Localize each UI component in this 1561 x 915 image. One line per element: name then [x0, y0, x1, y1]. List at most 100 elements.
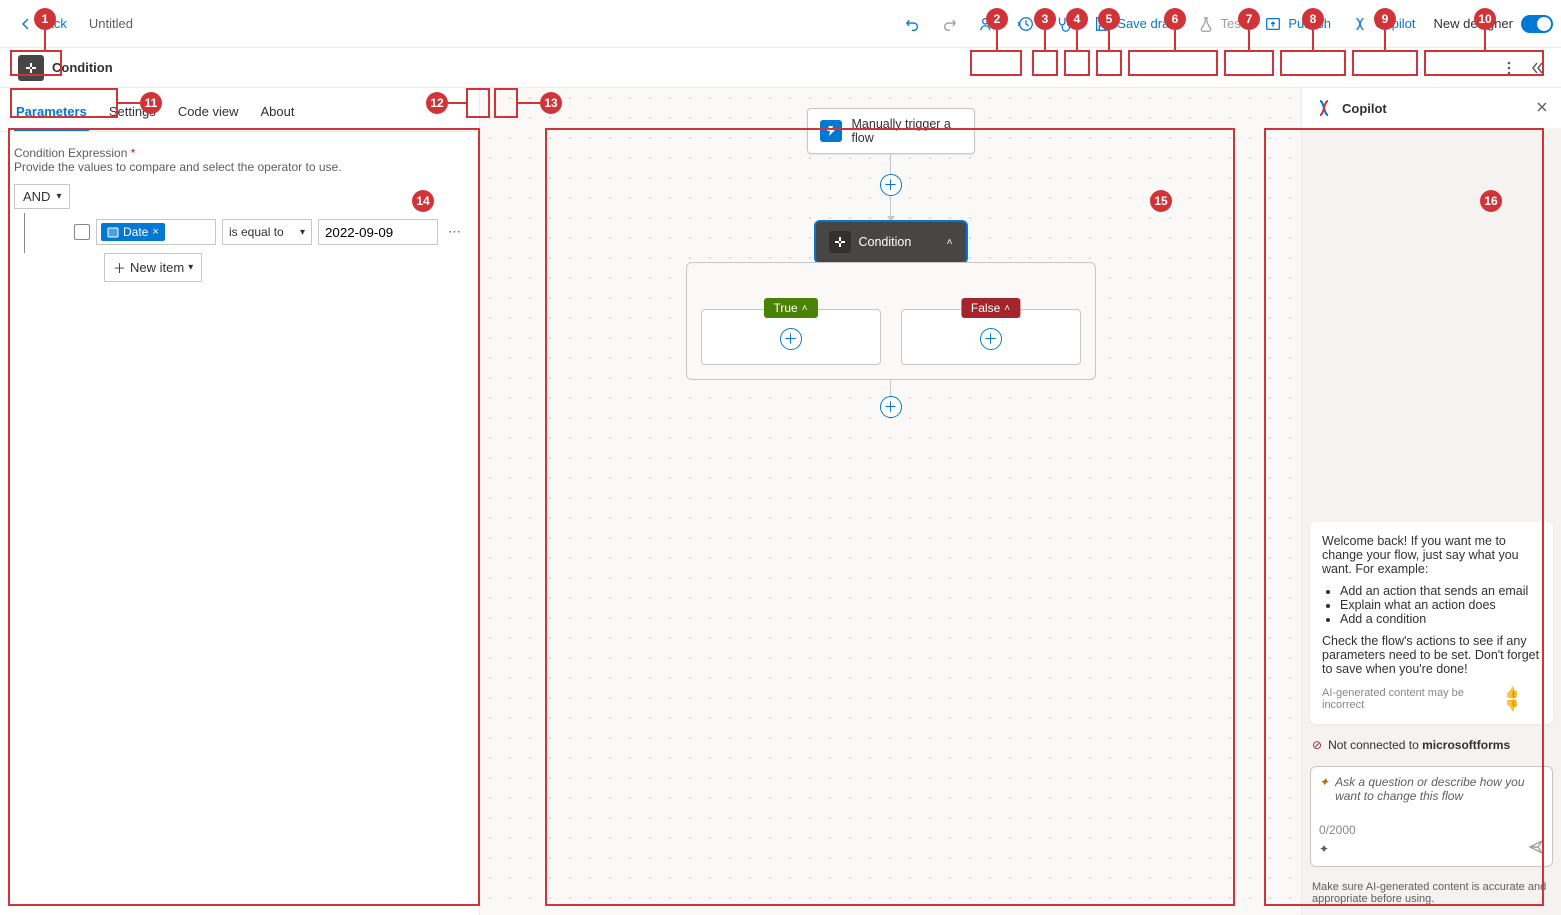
panel-body: Condition Expression * Provide the value…: [0, 132, 479, 296]
close-icon: [1535, 100, 1549, 114]
copilot-panel: Copilot Welcome back! If you want me to …: [1301, 88, 1561, 915]
panel-title: Condition: [52, 60, 113, 75]
group-operator-select[interactable]: AND ▾: [14, 184, 70, 209]
row-checkbox[interactable]: [74, 224, 90, 240]
ai-disclaimer: AI-generated content may be incorrect: [1322, 687, 1505, 711]
back-button[interactable]: Back: [8, 12, 77, 36]
tab-code-view[interactable]: Code view: [176, 98, 241, 131]
add-false-step-button[interactable]: ＋: [980, 328, 1002, 350]
dynamic-token[interactable]: Date ×: [101, 223, 165, 241]
test-label: Test: [1221, 16, 1245, 31]
panel-title-chip[interactable]: Condition: [10, 51, 121, 85]
new-item-button[interactable]: ＋ New item ▾: [104, 253, 202, 282]
false-label[interactable]: False˄: [961, 298, 1020, 318]
new-item-label: New item: [130, 260, 184, 275]
save-icon: [1093, 15, 1111, 33]
chevron-down-icon: ▾: [56, 191, 61, 202]
sparkle-small-icon[interactable]: ✦: [1319, 842, 1329, 856]
panel-collapse-button[interactable]: [1523, 54, 1551, 82]
true-branch[interactable]: True˄ ＋: [701, 309, 881, 365]
condition-label: Condition: [859, 235, 912, 249]
panel-header: Condition: [0, 48, 1561, 88]
operand-left-field[interactable]: Date ×: [96, 219, 216, 245]
flask-icon: [1197, 15, 1215, 33]
operand-right-input[interactable]: [318, 219, 438, 245]
condition-icon: [829, 231, 851, 253]
copilot-label: Copilot: [1375, 16, 1415, 31]
undo-button[interactable]: [893, 9, 931, 39]
token-remove-icon[interactable]: ×: [152, 226, 158, 238]
thumbs-down-button[interactable]: 👎: [1505, 700, 1519, 712]
add-after-condition-button[interactable]: ＋: [880, 396, 902, 418]
copilot-welcome-1: Welcome back! If you want me to change y…: [1322, 534, 1541, 576]
back-label: Back: [38, 16, 67, 31]
copilot-title: Copilot: [1342, 101, 1527, 116]
designer-canvas[interactable]: Manually trigger a flow ＋ Condition ˄: [480, 88, 1301, 915]
history-button[interactable]: [1007, 9, 1045, 39]
operator-select[interactable]: is equal to ▾: [222, 219, 312, 245]
save-draft-button[interactable]: Save draft: [1083, 9, 1186, 39]
copilot-footer: Make sure AI-generated content is accura…: [1302, 875, 1561, 915]
warning-icon: ⊘: [1312, 738, 1322, 752]
condition-editor: AND ▾ Date ×: [14, 184, 465, 282]
branch-container: True˄ ＋ False˄ ＋: [686, 262, 1096, 380]
trigger-node[interactable]: Manually trigger a flow: [807, 108, 975, 154]
char-counter: 0/2000: [1319, 823, 1544, 837]
redo-icon: [941, 15, 959, 33]
connection-warning: ⊘ Not connected to microsoftforms: [1312, 738, 1551, 752]
undo-icon: [903, 15, 921, 33]
new-designer-label: New designer: [1434, 16, 1514, 31]
false-branch[interactable]: False˄ ＋: [901, 309, 1081, 365]
trigger-label: Manually trigger a flow: [852, 117, 962, 145]
copilot-welcome-2: Check the flow's actions to see if any p…: [1322, 634, 1541, 676]
config-panel: Parameters Settings Code view About Cond…: [0, 88, 480, 915]
redo-button[interactable]: [931, 9, 969, 39]
flow-checker-button[interactable]: [1045, 9, 1083, 39]
tab-settings[interactable]: Settings: [107, 98, 158, 131]
true-label[interactable]: True˄: [763, 298, 817, 318]
copilot-header: Copilot: [1302, 88, 1561, 128]
copilot-icon: [1351, 15, 1369, 33]
copilot-input-box[interactable]: ✦ Ask a question or describe how you wan…: [1310, 766, 1553, 867]
panel-more-button[interactable]: [1495, 54, 1523, 82]
add-step-button[interactable]: ＋: [880, 174, 902, 196]
add-true-step-button[interactable]: ＋: [780, 328, 802, 350]
operator-value: is equal to: [229, 225, 296, 239]
copilot-logo-icon: [1314, 98, 1334, 118]
more-vertical-icon: [1501, 60, 1517, 76]
publish-icon: [1264, 15, 1282, 33]
condition-row: Date × is equal to ▾ ⋯: [74, 219, 465, 245]
thumbs-up-button[interactable]: 👍: [1505, 687, 1519, 699]
calendar-icon: [107, 226, 119, 238]
arrow-left-icon: [18, 16, 34, 32]
history-icon: [1017, 15, 1035, 33]
new-designer-toggle[interactable]: New designer: [1434, 15, 1554, 33]
row-more-button[interactable]: ⋯: [444, 224, 465, 240]
tree-line: [24, 213, 44, 253]
chevron-down-icon: ▾: [188, 262, 193, 273]
copilot-suggestion: Add an action that sends an email: [1340, 584, 1541, 598]
toggle-on-icon: [1521, 15, 1553, 33]
send-button[interactable]: [1528, 839, 1544, 858]
copilot-button[interactable]: Copilot: [1341, 9, 1425, 39]
chevron-double-left-icon: [1529, 60, 1545, 76]
close-button[interactable]: [1535, 100, 1549, 117]
chevron-up-icon[interactable]: ˄: [947, 237, 953, 248]
copilot-suggestion: Add a condition: [1340, 612, 1541, 626]
chevron-down-icon: ▾: [300, 227, 305, 238]
save-draft-label: Save draft: [1117, 16, 1176, 31]
flow-title[interactable]: Untitled: [89, 16, 133, 31]
panel-tabs: Parameters Settings Code view About: [0, 88, 479, 132]
field-label: Condition Expression *: [14, 146, 465, 160]
tab-about[interactable]: About: [259, 98, 297, 131]
test-button[interactable]: Test: [1187, 9, 1255, 39]
condition-icon: [18, 55, 44, 81]
top-toolbar: Back Untitled Save draft Test Publish Co…: [0, 0, 1561, 48]
feedback-button[interactable]: [969, 9, 1007, 39]
group-operator-value: AND: [23, 189, 50, 204]
trigger-icon: [820, 120, 842, 142]
tab-parameters[interactable]: Parameters: [14, 98, 89, 131]
publish-button[interactable]: Publish: [1254, 9, 1341, 39]
person-feedback-icon: [979, 15, 997, 33]
condition-node[interactable]: Condition ˄: [816, 222, 966, 262]
